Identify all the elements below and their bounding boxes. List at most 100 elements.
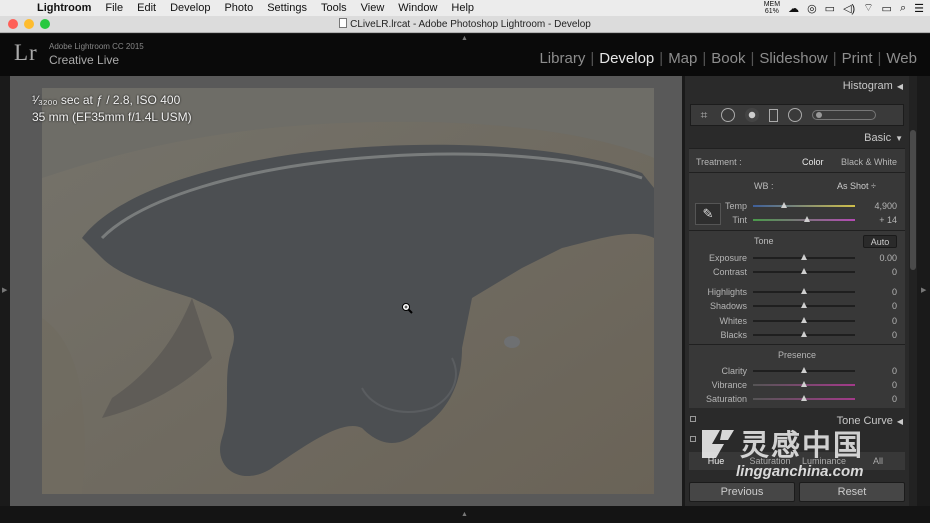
menu-app[interactable]: Lightroom xyxy=(30,0,98,16)
slider-shadows[interactable]: Shadows 0 xyxy=(689,299,905,313)
histogram-title: Histogram xyxy=(842,80,893,92)
slider-tint[interactable]: Tint + 14 xyxy=(689,213,905,227)
slider-label: Exposure xyxy=(708,253,747,263)
photo-preview[interactable] xyxy=(42,88,654,494)
module-picker: Library | Develop | Map | Book | Slidesh… xyxy=(534,50,922,67)
slider-value[interactable]: 0.00 xyxy=(879,253,897,263)
presence-label: Presence xyxy=(777,350,817,360)
watermark: 灵感中国 lingganchina.com xyxy=(694,418,906,484)
slider-knob[interactable] xyxy=(801,331,807,337)
reset-button[interactable]: Reset xyxy=(799,482,905,502)
module-web[interactable]: Web xyxy=(881,50,922,67)
slider-knob[interactable] xyxy=(801,395,807,401)
histogram-panel-header[interactable]: Histogram ◀ xyxy=(685,77,909,95)
slider-track[interactable] xyxy=(753,205,855,207)
slider-knob[interactable] xyxy=(804,216,811,222)
watermark-logo-icon xyxy=(702,430,734,458)
tool-strip: ⌗ xyxy=(690,104,904,126)
battery-icon[interactable]: ▭ xyxy=(882,2,892,15)
menu-help[interactable]: Help xyxy=(444,0,481,16)
slider-value[interactable]: + 14 xyxy=(879,215,897,225)
slider-label: Vibrance xyxy=(711,380,747,390)
airplay-icon[interactable]: ▭ xyxy=(825,2,835,15)
menu-file[interactable]: File xyxy=(98,0,130,16)
treatment-black-white[interactable]: Black & White xyxy=(841,157,897,167)
slider-value[interactable]: 0 xyxy=(892,330,897,340)
search-icon[interactable]: ⌕ xyxy=(900,2,906,15)
slider-exposure[interactable]: Exposure 0.00 xyxy=(689,251,905,265)
slider-value[interactable]: 0 xyxy=(892,301,897,311)
menu-develop[interactable]: Develop xyxy=(163,0,217,16)
cloud-icon[interactable]: ☁ xyxy=(788,2,799,15)
module-slideshow[interactable]: Slideshow xyxy=(754,50,832,67)
module-book[interactable]: Book xyxy=(706,50,750,67)
menu-view[interactable]: View xyxy=(354,0,392,16)
slider-label: Shadows xyxy=(709,301,747,311)
slider-value[interactable]: 0 xyxy=(892,287,897,297)
slider-knob[interactable] xyxy=(801,254,807,260)
menu-tools[interactable]: Tools xyxy=(314,0,354,16)
slider-value[interactable]: 0 xyxy=(892,267,897,277)
creative-cloud-icon[interactable]: ◎ xyxy=(807,2,817,15)
right-panel-scrollbar[interactable] xyxy=(910,130,916,270)
slider-value[interactable]: 0 xyxy=(892,316,897,326)
slider-knob[interactable] xyxy=(801,367,807,373)
wb-value: As Shot xyxy=(837,181,869,191)
bottom-filmstrip-bar: ▲ xyxy=(0,506,930,523)
top-panel-toggle-icon[interactable]: ▲ xyxy=(461,35,468,42)
module-library[interactable]: Library xyxy=(534,50,590,67)
module-develop[interactable]: Develop xyxy=(594,50,659,67)
previous-button[interactable]: Previous xyxy=(689,482,795,502)
slider-knob[interactable] xyxy=(780,202,787,208)
slider-knob[interactable] xyxy=(801,317,807,323)
menu-edit[interactable]: Edit xyxy=(130,0,163,16)
slider-knob[interactable] xyxy=(801,381,807,387)
auto-tone-button[interactable]: Auto xyxy=(863,235,897,248)
module-print[interactable]: Print xyxy=(837,50,878,67)
slider-knob[interactable] xyxy=(801,288,807,294)
crop-tool-icon[interactable]: ⌗ xyxy=(697,108,711,122)
slider-blacks[interactable]: Blacks 0 xyxy=(689,328,905,342)
slider-temp[interactable]: Temp 4,900 xyxy=(689,199,905,213)
develop-canvas[interactable]: ¹⁄₃₂₀₀ sec at ƒ / 2.8, ISO 400 35 mm (EF… xyxy=(10,76,682,506)
slider-value[interactable]: 0 xyxy=(892,366,897,376)
watermark-chinese-text: 灵感中国 xyxy=(740,430,865,462)
wb-select[interactable]: As Shot ÷ xyxy=(837,181,876,191)
wb-select-arrows: ÷ xyxy=(871,181,876,191)
slider-value[interactable]: 0 xyxy=(892,394,897,404)
window-title-bar: CLiveLR.lrcat - Adobe Photoshop Lightroo… xyxy=(0,16,930,33)
slider-whites[interactable]: Whites 0 xyxy=(689,314,905,328)
slider-knob[interactable] xyxy=(801,268,807,274)
product-name: Adobe Lightroom CC 2015 xyxy=(49,42,144,51)
notification-center-icon[interactable]: ☰ xyxy=(914,2,924,15)
left-panel-toggle-icon[interactable]: ▶ xyxy=(2,286,7,294)
menu-settings[interactable]: Settings xyxy=(260,0,314,16)
menu-photo[interactable]: Photo xyxy=(217,0,260,16)
tone-section: Tone Auto Exposure 0.00 Contrast 0 Highl… xyxy=(689,230,905,344)
slider-highlights[interactable]: Highlights 0 xyxy=(689,285,905,299)
slider-vibrance[interactable]: Vibrance 0 xyxy=(689,378,905,392)
treatment-color[interactable]: Color xyxy=(802,157,824,167)
menu-window[interactable]: Window xyxy=(391,0,444,16)
right-panel-toggle-icon[interactable]: ▶ xyxy=(921,286,926,294)
slider-knob[interactable] xyxy=(801,302,807,308)
red-eye-tool-icon[interactable] xyxy=(745,108,759,122)
slider-saturation[interactable]: Saturation 0 xyxy=(689,392,905,406)
slider-value[interactable]: 0 xyxy=(892,380,897,390)
slider-contrast[interactable]: Contrast 0 xyxy=(689,265,905,279)
wifi-icon[interactable]: ⌔ xyxy=(863,1,873,15)
battery-status: MEM 61% xyxy=(764,1,780,15)
sound-icon[interactable]: ◁) xyxy=(843,2,855,15)
radial-filter-icon[interactable] xyxy=(788,108,802,122)
basic-panel-header[interactable]: Basic ▼ xyxy=(685,129,909,147)
adjustment-brush-icon[interactable] xyxy=(812,110,876,120)
spot-removal-tool-icon[interactable] xyxy=(721,108,735,122)
identity-plate: Creative Live xyxy=(49,53,120,67)
slider-label: Blacks xyxy=(720,330,747,340)
graduated-filter-icon[interactable] xyxy=(769,108,778,122)
slider-clarity[interactable]: Clarity 0 xyxy=(689,364,905,378)
bottom-panel-toggle-icon[interactable]: ▲ xyxy=(461,511,468,518)
slider-value[interactable]: 4,900 xyxy=(874,201,897,211)
slider-label: Saturation xyxy=(705,394,747,404)
module-map[interactable]: Map xyxy=(663,50,702,67)
